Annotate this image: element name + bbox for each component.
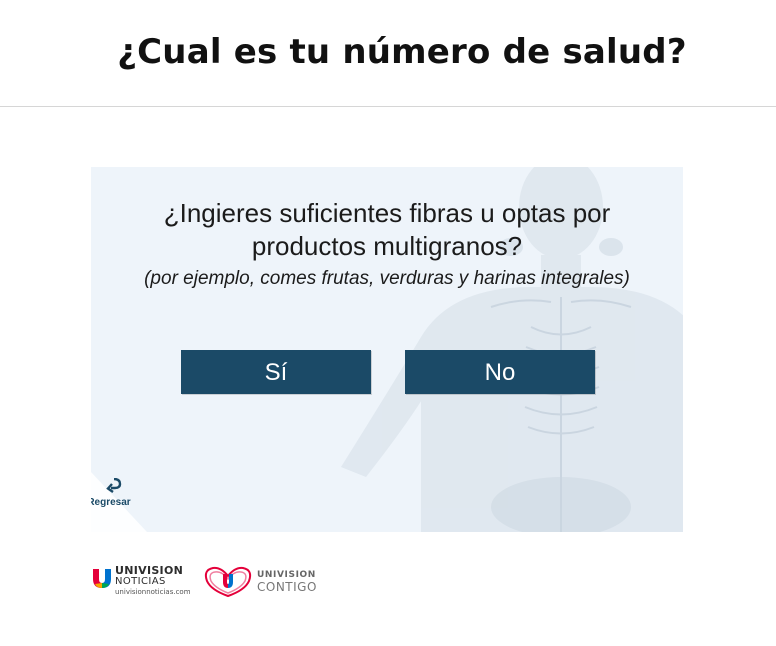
no-button[interactable]: No [405,350,595,394]
contigo-brand-word: UNIVISION [257,570,316,580]
question-text: ¿Ingieres suficientes fibras u optas por… [163,198,611,261]
back-arrow-icon [106,478,122,493]
univision-u-icon [93,569,111,588]
question-block: ¿Ingieres suficientes fibras u optas por… [91,197,683,291]
back-label: Regresar [91,497,131,508]
noticias-brand-sub: NOTICIAS [115,576,166,587]
header-divider [0,106,776,107]
footer-logos: UNIVISION NOTICIAS univisionnoticias.com… [91,560,351,604]
back-button[interactable]: Regresar [91,472,147,532]
quiz-panel: ¿Ingieres suficientes fibras u optas por… [91,167,683,532]
page-title-text: ¿Cual es tu número de salud? [117,32,687,72]
yes-button[interactable]: Sí [181,350,371,394]
contigo-brand-sub: CONTIGO [257,580,317,594]
univision-contigo-logo: UNIVISION CONTIGO [201,564,333,600]
question-hint: (por ejemplo, comes frutas, verduras y h… [144,268,630,289]
contigo-heart-icon [204,566,252,598]
univision-noticias-logo: UNIVISION NOTICIAS univisionnoticias.com [91,564,201,600]
page-title: ¿Cual es tu número de salud? [0,30,776,80]
noticias-brand-url: univisionnoticias.com [115,588,191,596]
